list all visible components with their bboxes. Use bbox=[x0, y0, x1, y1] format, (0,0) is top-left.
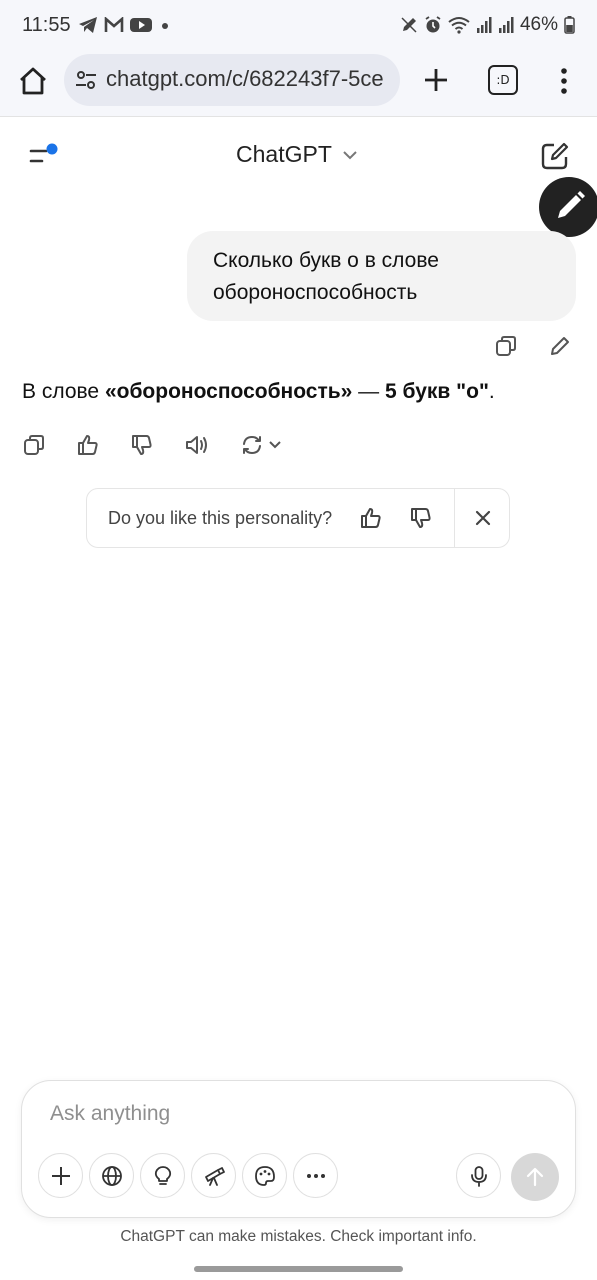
copy-icon[interactable] bbox=[494, 334, 518, 358]
lightbulb-icon bbox=[154, 1165, 171, 1185]
voice-input-button[interactable] bbox=[456, 1153, 501, 1198]
new-tab-button[interactable] bbox=[418, 62, 454, 98]
thumbs-up-icon[interactable] bbox=[359, 506, 383, 530]
status-bar: 11:55 46% bbox=[0, 0, 597, 52]
home-icon bbox=[20, 67, 46, 95]
notification-dot bbox=[46, 143, 58, 155]
more-tools-button[interactable] bbox=[293, 1153, 338, 1198]
refresh-icon bbox=[243, 436, 261, 454]
user-message-bubble: Сколько букв о в слове обороноспособност… bbox=[187, 231, 576, 321]
gmail-icon bbox=[104, 17, 124, 33]
copy-icon[interactable] bbox=[22, 433, 46, 457]
assistant-text-middle: — bbox=[352, 380, 386, 403]
assistant-message: В слове «обороноспособность» — 5 букв "о… bbox=[22, 380, 495, 404]
address-bar[interactable]: chatgpt.com/c/682243f7-5ce bbox=[64, 54, 400, 106]
web-search-button[interactable] bbox=[89, 1153, 134, 1198]
wifi-icon bbox=[448, 16, 470, 34]
model-selector[interactable]: ChatGPT bbox=[236, 141, 358, 168]
new-chat-button[interactable] bbox=[540, 141, 570, 171]
assistant-message-actions bbox=[22, 433, 282, 457]
message-input[interactable] bbox=[48, 1101, 532, 1127]
assistant-bold-letter: "о" bbox=[456, 380, 489, 403]
app-title[interactable]: ChatGPT bbox=[236, 141, 332, 168]
pencil-icon bbox=[558, 191, 585, 218]
floating-edit-button[interactable] bbox=[539, 177, 597, 237]
close-icon[interactable] bbox=[472, 507, 494, 529]
message-composer bbox=[21, 1080, 576, 1218]
browser-toolbar: chatgpt.com/c/682243f7-5ce :D bbox=[0, 52, 597, 117]
assistant-bold-count: 5 букв bbox=[385, 380, 451, 403]
read-aloud-icon[interactable] bbox=[184, 433, 210, 457]
telescope-icon bbox=[204, 1166, 225, 1186]
tab-switcher-button[interactable]: :D bbox=[488, 65, 518, 95]
assistant-text-prefix: В слове bbox=[22, 380, 105, 403]
url-text[interactable]: chatgpt.com/c/682243f7-5ce bbox=[106, 66, 392, 92]
site-settings-icon[interactable] bbox=[74, 68, 98, 92]
thumbs-down-icon[interactable] bbox=[409, 506, 433, 530]
signal-icon bbox=[476, 16, 492, 34]
arrow-up-icon bbox=[526, 1167, 544, 1187]
create-image-button[interactable] bbox=[242, 1153, 287, 1198]
chat-header: ChatGPT bbox=[0, 117, 597, 193]
user-message-actions bbox=[494, 334, 572, 358]
thumbs-down-icon[interactable] bbox=[130, 433, 154, 457]
reason-button[interactable] bbox=[140, 1153, 185, 1198]
dot-icon bbox=[158, 18, 172, 32]
deep-research-button[interactable] bbox=[191, 1153, 236, 1198]
send-button[interactable] bbox=[511, 1153, 559, 1201]
alarm-icon bbox=[424, 16, 442, 34]
feedback-question: Do you like this personality? bbox=[108, 508, 333, 528]
battery-icon bbox=[564, 16, 575, 34]
globe-icon bbox=[101, 1165, 122, 1186]
telegram-icon bbox=[78, 16, 98, 34]
menu-icon bbox=[29, 143, 58, 163]
status-time: 11:55 bbox=[22, 14, 71, 36]
browser-menu-button[interactable] bbox=[552, 64, 576, 98]
pen-icon bbox=[400, 16, 418, 34]
personality-feedback-card: Do you like this personality? bbox=[86, 488, 510, 548]
assistant-bold-word: «обороноспособность» bbox=[104, 380, 353, 403]
signal-icon bbox=[498, 16, 514, 34]
sidebar-toggle-button[interactable] bbox=[28, 141, 62, 171]
status-right: 46% bbox=[400, 14, 575, 36]
chevron-down-icon bbox=[342, 150, 358, 160]
add-attachment-button[interactable] bbox=[38, 1153, 83, 1198]
composer-tools bbox=[38, 1153, 338, 1198]
plus-icon bbox=[425, 69, 447, 91]
home-button[interactable] bbox=[16, 64, 50, 98]
youtube-icon bbox=[130, 17, 152, 33]
home-indicator[interactable] bbox=[194, 1266, 403, 1272]
regenerate-button[interactable] bbox=[240, 433, 282, 457]
plus-icon bbox=[51, 1166, 70, 1185]
assistant-text-suffix: . bbox=[488, 380, 495, 403]
edit-message-icon[interactable] bbox=[548, 334, 572, 358]
more-horizontal-icon bbox=[306, 1173, 325, 1178]
microphone-icon bbox=[470, 1165, 487, 1187]
compose-icon bbox=[541, 142, 569, 170]
divider bbox=[454, 489, 455, 547]
palette-icon bbox=[254, 1165, 275, 1186]
thumbs-up-icon[interactable] bbox=[76, 433, 100, 457]
more-vertical-icon bbox=[561, 68, 567, 94]
status-left-icons bbox=[78, 16, 172, 34]
chevron-down-icon bbox=[269, 441, 281, 449]
disclaimer-text: ChatGPT can make mistakes. Check importa… bbox=[120, 1228, 477, 1245]
battery-percent: 46% bbox=[519, 14, 558, 35]
